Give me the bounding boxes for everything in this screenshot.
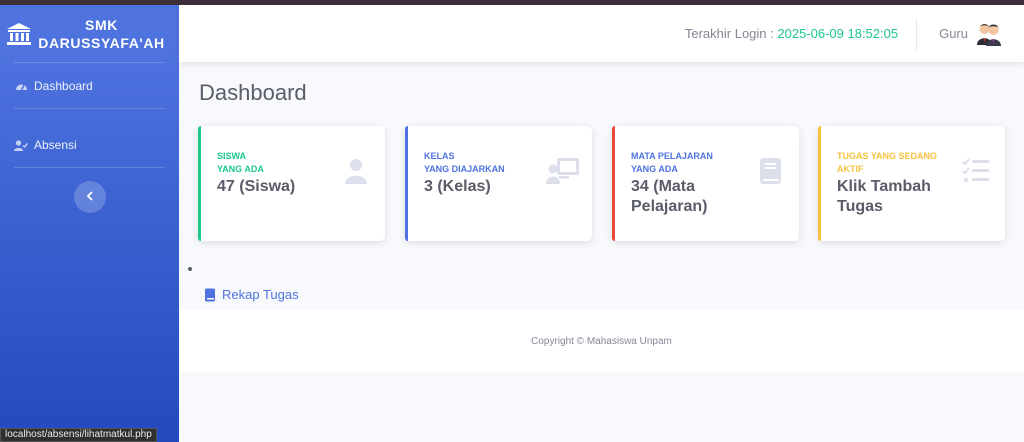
main-content: Dashboard SISWA YANG ADA 47 (Siswa) KELA… [179, 62, 1024, 442]
sidebar-item-absensi[interactable]: Absensi [0, 123, 179, 167]
rekap-tugas-label: Rekap Tugas [222, 287, 299, 302]
card-label: TUGAS YANG SEDANG AKTIF [837, 151, 938, 174]
sidebar-divider [14, 167, 165, 168]
sidebar-toggle-button[interactable] [73, 181, 106, 213]
sidebar-item-label: Absensi [34, 138, 77, 152]
card-accent-bar [405, 126, 408, 241]
sidebar-item-dashboard[interactable]: Dashboard [0, 63, 179, 108]
page-title: Dashboard [199, 80, 307, 105]
card-label: MATA PELAJARAN YANG ADA [631, 151, 713, 174]
list-bullet [188, 267, 192, 271]
sidebar-item-label: Dashboard [34, 78, 93, 93]
brand-line-1: SMK [85, 16, 118, 33]
user-icon [341, 156, 371, 186]
card-kelas[interactable]: KELAS YANG DIAJARKAN 3 (Kelas) [405, 126, 592, 241]
sidebar-divider [14, 108, 165, 109]
sidebar-brand[interactable]: SMK DARUSSYAFA'AH [0, 5, 179, 62]
topbar: Terakhir Login : 2025-06-09 18:52:05 Gur… [179, 5, 1024, 62]
card-accent-bar [818, 126, 821, 241]
card-accent-bar [198, 126, 201, 241]
card-accent-bar [612, 126, 615, 241]
card-tugas[interactable]: TUGAS YANG SEDANG AKTIF Klik Tambah Tuga… [818, 126, 1005, 241]
copyright-text: Copyright © Mahasiswa Unpam [531, 335, 672, 347]
rekap-tugas-link[interactable]: Rekap Tugas [204, 287, 299, 302]
user-check-icon [14, 138, 28, 152]
book-icon [755, 156, 785, 186]
book-icon [204, 288, 216, 302]
user-name: Guru [939, 26, 968, 41]
card-value: 47 (Siswa) [217, 178, 296, 195]
chalkboard-teacher-icon [546, 156, 580, 186]
user-menu[interactable]: Guru [917, 21, 1024, 47]
card-label: KELAS YANG DIAJARKAN [424, 151, 505, 174]
card-mata-pelajaran[interactable]: MATA PELAJARAN YANG ADA 34 (Mata Pelajar… [612, 126, 799, 241]
chevron-left-icon [86, 188, 94, 206]
card-siswa[interactable]: SISWA YANG ADA 47 (Siswa) [198, 126, 385, 241]
tasks-icon [961, 156, 991, 186]
card-label: SISWA YANG ADA [217, 151, 264, 174]
card-value: 3 (Kelas) [424, 178, 491, 195]
last-login-time: 2025-06-09 18:52:05 [777, 26, 899, 41]
tachometer-icon [14, 79, 28, 93]
card-value: Klik Tambah Tugas [837, 178, 931, 215]
user-pair-icon [976, 21, 1002, 47]
last-login-info: Terakhir Login : 2025-06-09 18:52:05 [685, 26, 916, 41]
brand-name: SMK DARUSSYAFA'AH [32, 16, 179, 52]
browser-status-url: localhost/absensi/lihatmatkul.php [0, 428, 157, 442]
footer: Copyright © Mahasiswa Unpam [179, 310, 1024, 372]
brand-line-2: DARUSSYAFA'AH [38, 34, 165, 51]
last-login-label: Terakhir Login : [684, 26, 778, 41]
institution-icon [6, 21, 32, 47]
sidebar: SMK DARUSSYAFA'AH Dashboard Absensi [0, 5, 179, 442]
card-value: 34 (Mata Pelajaran) [631, 178, 708, 215]
